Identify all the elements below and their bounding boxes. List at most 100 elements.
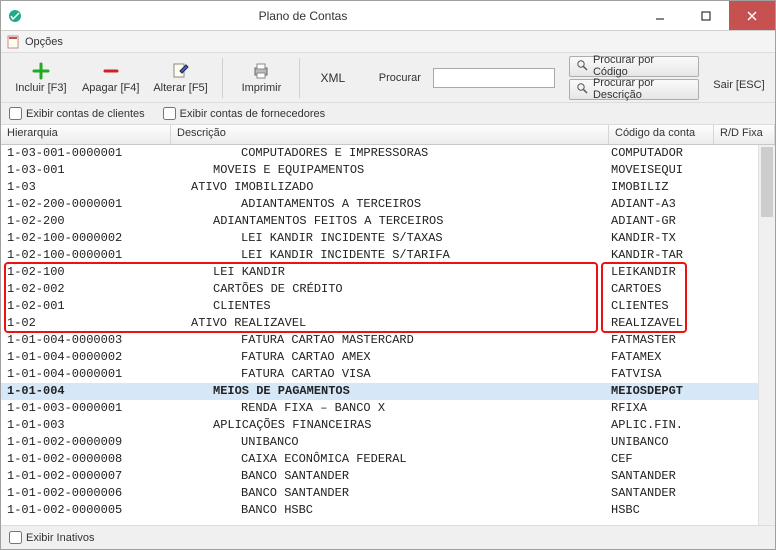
cell-code: SANTANDER [609,468,774,485]
cell-hierarchy: 1-01-002-0000007 [1,468,171,485]
search-by-desc-button[interactable]: Procurar por Descrição [569,79,699,100]
show-suppliers-checkbox[interactable]: Exibir contas de fornecedores [163,107,326,120]
cell-code: CLIENTES [609,298,774,315]
cell-description: LEI KANDIR INCIDENTE S/TARIFA [171,247,609,264]
delete-button[interactable]: Apagar [F4] [79,55,143,101]
cell-description: RENDA FIXA – BANCO X [171,400,609,417]
table-row[interactable]: 1-02-100-0000001LEI KANDIR INCIDENTE S/T… [1,247,775,264]
cell-code: KANDIR-TX [609,230,774,247]
cell-description: BANCO HSBC [171,502,609,519]
table-row[interactable]: 1-01-002-0000007BANCO SANTANDERSANTANDER [1,468,775,485]
menubar: Opções [1,31,775,53]
printer-icon [252,62,270,80]
minimize-button[interactable] [637,1,683,30]
cell-code: CARTOES [609,281,774,298]
print-label: Imprimir [242,82,282,94]
maximize-button[interactable] [683,1,729,30]
delete-label: Apagar [F4] [82,82,139,94]
table-row[interactable]: 1-01-003APLICAÇÕES FINANCEIRASAPLIC.FIN. [1,417,775,434]
table-row[interactable]: 1-03-001MOVEIS E EQUIPAMENTOSMOVEISEQUI [1,162,775,179]
print-button[interactable]: Imprimir [233,55,289,101]
cell-hierarchy: 1-01-004-0000001 [1,366,171,383]
show-suppliers-input[interactable] [163,107,176,120]
cell-hierarchy: 1-02-200 [1,213,171,230]
table-row[interactable]: 1-01-002-0000006BANCO SANTANDERSANTANDER [1,485,775,502]
window-buttons [637,1,775,30]
footer: Exibir Inativos [1,525,775,549]
table-row[interactable]: 1-01-004-0000002FATURA CARTAO AMEXFATAME… [1,349,775,366]
magnifier-icon [576,82,588,97]
cell-hierarchy: 1-01-002-0000008 [1,451,171,468]
search-label: Procurar [379,72,421,84]
scrollbar-thumb[interactable] [761,147,773,217]
cell-hierarchy: 1-02-100 [1,264,171,281]
cell-description: FATURA CARTAO MASTERCARD [171,332,609,349]
grid-header: Hierarquia Descrição Código da conta R/D… [1,125,775,145]
cell-code: MOVEISEQUI [609,162,774,179]
close-button[interactable] [729,1,775,30]
magnifier-icon [576,59,588,74]
vertical-scrollbar[interactable] [758,145,775,525]
cell-hierarchy: 1-03-001-0000001 [1,145,171,162]
table-row[interactable]: 1-02-001CLIENTESCLIENTES [1,298,775,315]
cell-code: FATAMEX [609,349,774,366]
table-row[interactable]: 1-01-004-0000003FATURA CARTAO MASTERCARD… [1,332,775,349]
grid-body[interactable]: 1-03-001-0000001COMPUTADORES E IMPRESSOR… [1,145,775,525]
show-inactive-label: Exibir Inativos [26,532,94,544]
table-row[interactable]: 1-01-004-0000001FATURA CARTAO VISAFATVIS… [1,366,775,383]
col-code[interactable]: Código da conta [609,125,714,144]
cell-code: KANDIR-TAR [609,247,774,264]
cell-hierarchy: 1-01-004-0000003 [1,332,171,349]
cell-code: FATVISA [609,366,774,383]
cell-hierarchy: 1-02-001 [1,298,171,315]
table-row[interactable]: 1-01-004MEIOS DE PAGAMENTOSMEIOSDEPGT [1,383,775,400]
cell-description: CARTÕES DE CRÉDITO [171,281,609,298]
table-row[interactable]: 1-02-100-0000002LEI KANDIR INCIDENTE S/T… [1,230,775,247]
table-row[interactable]: 1-02-200-0000001ADIANTAMENTOS A TERCEIRO… [1,196,775,213]
col-rd[interactable]: R/D Fixa [714,125,775,144]
cell-code: MEIOSDEPGT [609,383,774,400]
cell-code: CEF [609,451,774,468]
show-inactive-input[interactable] [9,531,22,544]
cell-description: ADIANTAMENTOS FEITOS A TERCEIROS [171,213,609,230]
show-clients-checkbox[interactable]: Exibir contas de clientes [9,107,145,120]
search-input[interactable] [433,68,555,88]
cell-hierarchy: 1-01-002-0000009 [1,434,171,451]
cell-code: LEIKANDIR [609,264,774,281]
table-row[interactable]: 1-01-002-0000009UNIBANCOUNIBANCO [1,434,775,451]
separator [299,58,300,98]
table-row[interactable]: 1-02-200ADIANTAMENTOS FEITOS A TERCEIROS… [1,213,775,230]
table-row[interactable]: 1-02-002CARTÕES DE CRÉDITOCARTOES [1,281,775,298]
cell-description: APLICAÇÕES FINANCEIRAS [171,417,609,434]
table-row[interactable]: 1-03-001-0000001COMPUTADORES E IMPRESSOR… [1,145,775,162]
table-row[interactable]: 1-01-003-0000001RENDA FIXA – BANCO XRFIX… [1,400,775,417]
cell-description: CAIXA ECONÔMICA FEDERAL [171,451,609,468]
cell-hierarchy: 1-01-002-0000006 [1,485,171,502]
table-row[interactable]: 1-01-002-0000008CAIXA ECONÔMICA FEDERALC… [1,451,775,468]
search-by-code-button[interactable]: Procurar por Código [569,56,699,77]
table-row[interactable]: 1-02-100LEI KANDIRLEIKANDIR [1,264,775,281]
cell-description: ADIANTAMENTOS A TERCEIROS [171,196,609,213]
xml-button[interactable]: XML [310,71,355,85]
cell-code: ADIANT-A3 [609,196,774,213]
exit-button[interactable]: Sair [ESC] [711,55,767,101]
cell-code: FATMASTER [609,332,774,349]
table-row[interactable]: 1-01-002-0000005BANCO HSBCHSBC [1,502,775,519]
window-title: Plano de Contas [0,9,637,23]
show-clients-input[interactable] [9,107,22,120]
minus-icon [102,62,120,80]
table-row[interactable]: 1-02ATIVO REALIZAVELREALIZAVEL [1,315,775,332]
include-button[interactable]: Incluir [F3] [9,55,73,101]
cell-hierarchy: 1-02-100-0000001 [1,247,171,264]
col-description[interactable]: Descrição [171,125,609,144]
exit-label: Sair [ESC] [713,79,764,91]
edit-button[interactable]: Alterar [F5] [149,55,213,101]
cell-code: ADIANT-GR [609,213,774,230]
options-menu[interactable]: Opções [25,36,63,48]
cell-code: IMOBILIZ [609,179,774,196]
show-inactive-checkbox[interactable]: Exibir Inativos [9,531,94,544]
show-suppliers-label: Exibir contas de fornecedores [180,108,326,120]
search-buttons: Procurar por Código Procurar por Descriç… [569,56,699,100]
table-row[interactable]: 1-03ATIVO IMOBILIZADOIMOBILIZ [1,179,775,196]
col-hierarchy[interactable]: Hierarquia [1,125,171,144]
